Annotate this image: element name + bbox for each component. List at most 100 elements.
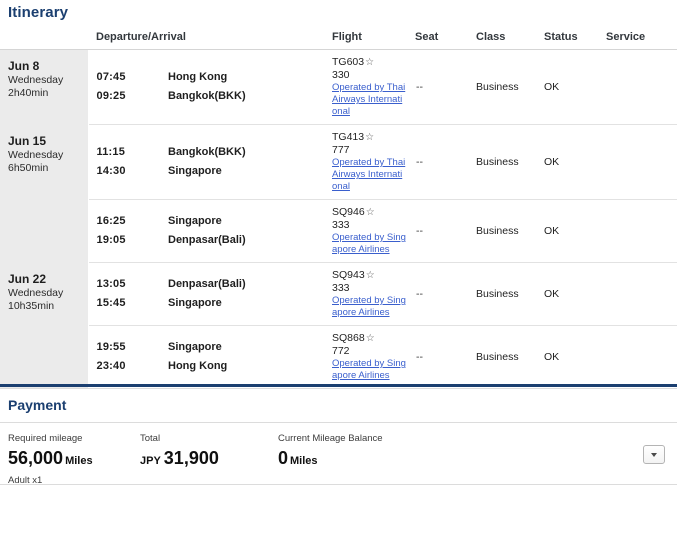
payment-title: Payment (0, 387, 677, 423)
departure-city: Singapore (168, 215, 222, 227)
favorite-star-icon[interactable]: ☆ (365, 132, 374, 143)
aircraft-equipment: 777 (332, 144, 350, 156)
segment-date-cell: Jun 15 Wednesday 6h50min (0, 124, 89, 200)
class-value: Business (473, 49, 541, 125)
favorite-star-icon[interactable]: ☆ (366, 270, 375, 281)
table-row: Jun 22 Wednesday 10h35min 13:05 15:45 Denpasa… (0, 262, 677, 326)
segment-date-day: Jun 15 (8, 133, 47, 148)
required-mileage-number: 56,000 (8, 448, 64, 468)
segment-times: 19:55 23:40 (88, 325, 160, 389)
segment-date-cell (0, 199, 89, 263)
total-value: JPY 31,900 (140, 448, 219, 472)
total-block: Total JPY 31,900 (140, 432, 219, 472)
segment-date-day: Jun 8 (8, 59, 40, 73)
segment-cities: Singapore Hong Kong (160, 325, 325, 389)
segment-times: 11:15 14:30 (88, 124, 160, 200)
operated-by-link[interactable]: Operated by Thai Airways International (332, 157, 407, 193)
seat-value: -- (413, 325, 473, 389)
segment-date-weekday: Wednesday (8, 74, 64, 86)
required-mileage-value: 56,000 Miles (8, 448, 93, 472)
flight-number: SQ868☆ (332, 332, 407, 345)
expand-dropdown-button[interactable] (643, 445, 665, 464)
operated-by-link[interactable]: Operated by Singapore Airlines (332, 232, 407, 256)
status-value: OK (541, 49, 603, 125)
chevron-down-icon (651, 452, 657, 457)
arrival-city: Bangkok(BKK) (168, 90, 246, 102)
page-title: Itinerary (8, 4, 69, 21)
aircraft-equipment: 772 (332, 345, 350, 357)
flight-cell: SQ946☆ 333 Operated by Singapore Airlines (325, 199, 413, 263)
segment-times: 16:25 19:05 (88, 199, 160, 263)
segment-cities: Hong Kong Bangkok(BKK) (160, 49, 325, 125)
flight-cell: SQ943☆ 333 Operated by Singapore Airlines (325, 262, 413, 326)
service-value (603, 49, 677, 125)
status-value: OK (541, 124, 603, 200)
segment-duration: 2h40min (8, 87, 49, 99)
aircraft-equipment: 333 (332, 282, 350, 294)
mileage-balance-unit: Miles (290, 455, 318, 467)
flight-number: TG413☆ (332, 131, 407, 144)
aircraft-equipment: 333 (332, 219, 350, 231)
aircraft-equipment: 330 (332, 69, 350, 81)
flight-number-text: SQ868 (332, 332, 365, 344)
operated-by-link[interactable]: Operated by Singapore Airlines (332, 358, 407, 382)
passenger-count: Adult x1 (8, 475, 43, 486)
table-row: Jun 15 Wednesday 6h50min 11:15 14:30 Bangkok(… (0, 124, 677, 200)
status-value: OK (541, 262, 603, 326)
itinerary-rows: Jun 8 Wednesday 2h40min 07:45 09:25 Hong Kong… (0, 49, 677, 389)
column-header-service: Service (603, 27, 677, 50)
table-row: Jun 8 Wednesday 2h40min 07:45 09:25 Hong Kong… (0, 49, 677, 125)
required-mileage-label: Required mileage (8, 433, 83, 444)
segment-duration: 6h50min (8, 161, 49, 174)
flight-number-text: TG413 (332, 131, 365, 143)
segment-cities: Denpasar(Bali) Singapore (160, 262, 325, 326)
mileage-balance-number: 0 (278, 448, 289, 468)
column-header-date (0, 27, 88, 50)
service-value (603, 199, 677, 263)
operated-by-link[interactable]: Operated by Singapore Airlines (332, 295, 407, 319)
segment-date-cell (0, 325, 89, 389)
service-value (603, 325, 677, 389)
segment-date-cell: Jun 22 Wednesday 10h35min (0, 262, 89, 326)
class-value: Business (473, 199, 541, 263)
mileage-balance-block: Current Mileage Balance 0 Miles (278, 432, 383, 472)
total-label: Total (140, 433, 161, 444)
segment-cities: Bangkok(BKK) Singapore (160, 124, 325, 200)
departure-time: 16:25 (96, 215, 126, 227)
arrival-time: 15:45 (96, 297, 126, 309)
required-mileage-block: Required mileage 56,000 Miles Adult x1 (8, 432, 93, 487)
service-value (603, 124, 677, 200)
flight-cell: TG413☆ 777 Operated by Thai Airways Intern… (325, 124, 413, 200)
operated-by-link[interactable]: Operated by Thai Airways International (332, 82, 407, 118)
departure-city: Denpasar(Bali) (168, 278, 246, 290)
favorite-star-icon[interactable]: ☆ (365, 57, 374, 68)
itinerary-page: Itinerary Departure/Arrival Flight Seat … (0, 0, 677, 546)
arrival-time: 23:40 (96, 360, 126, 372)
segment-times: 07:45 09:25 (88, 49, 160, 125)
payment-section: Payment Required mileage 56,000 Miles Adu… (0, 387, 677, 487)
arrival-city: Singapore (168, 165, 222, 177)
status-value: OK (541, 325, 603, 389)
arrival-city: Singapore (168, 297, 222, 309)
status-value: OK (541, 199, 603, 263)
table-header-row: Departure/Arrival Flight Seat Class Stat… (0, 27, 677, 50)
class-value: Business (473, 325, 541, 389)
class-value: Business (473, 124, 541, 200)
column-header-seat: Seat (413, 27, 473, 50)
segment-duration: 10h35min (8, 299, 55, 312)
mileage-balance-value: 0 Miles (278, 448, 383, 472)
payment-body: Required mileage 56,000 Miles Adult x1 To… (0, 423, 677, 487)
seat-value: -- (413, 199, 473, 263)
departure-time: 13:05 (96, 278, 126, 290)
favorite-star-icon[interactable]: ☆ (366, 207, 375, 218)
itinerary-table: Departure/Arrival Flight Seat Class Stat… (0, 27, 677, 389)
seat-value: -- (413, 49, 473, 125)
column-header-class: Class (473, 27, 541, 50)
segment-date-cell: Jun 8 Wednesday 2h40min (0, 49, 89, 125)
favorite-star-icon[interactable]: ☆ (366, 333, 375, 344)
departure-city: Bangkok(BKK) (168, 146, 246, 158)
table-row: 19:55 23:40 Singapore Hong Kong SQ868☆ 772 Ope… (0, 325, 677, 389)
seat-value: -- (413, 262, 473, 326)
flight-number-text: TG603 (332, 56, 365, 68)
flight-cell: SQ868☆ 772 Operated by Singapore Airlines (325, 325, 413, 389)
